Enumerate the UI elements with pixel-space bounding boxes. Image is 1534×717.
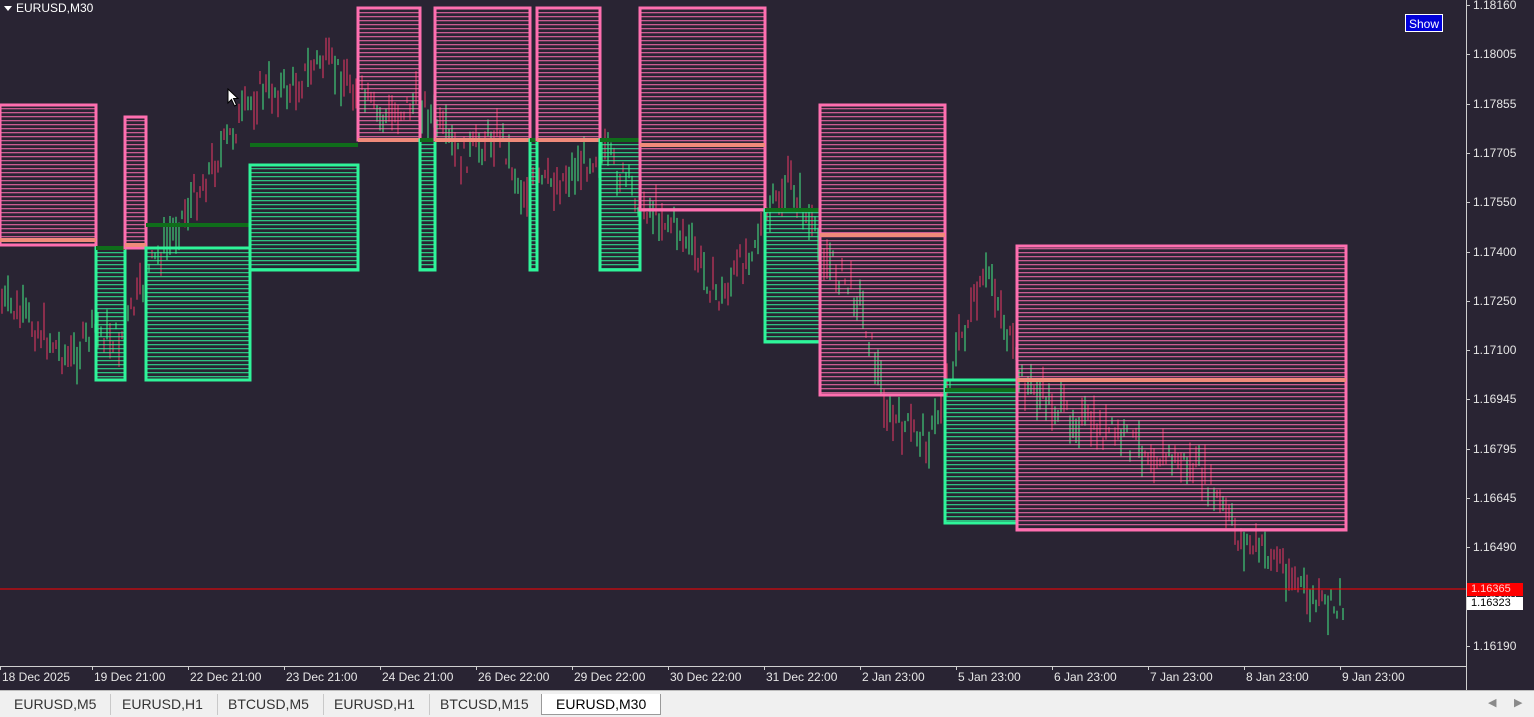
time-tick-label: 6 Jan 23:00 [1052, 666, 1117, 684]
price-tick-label: 1.16945 [1465, 392, 1517, 407]
price-chart-plot[interactable] [0, 0, 1466, 666]
bear-zone-box [123, 115, 148, 250]
triangle-down-icon[interactable] [4, 5, 12, 11]
time-tick-label: 24 Dec 21:00 [379, 666, 454, 684]
price-tick-label: 1.17705 [1465, 145, 1517, 160]
price-tick-label: 1.17400 [1465, 244, 1517, 259]
bull-zone-box [943, 378, 1019, 525]
price-tick-label: 1.16645 [1465, 491, 1517, 505]
time-tick-label: 19 Dec 21:00 [91, 666, 166, 684]
chart-tab-bar: EURUSD,M5 EURUSD,H1 BTCUSD,M5 EURUSD,H1 BTCU… [0, 690, 1534, 717]
price-tick-label: 1.17250 [1465, 293, 1517, 308]
price-tick-label: 1.16190 [1465, 638, 1517, 653]
time-tick-label: 26 Dec 22:00 [475, 666, 550, 684]
chart-tab[interactable]: BTCUSD,M15 [426, 694, 544, 715]
bid-price-badge: 1.16323 [1467, 597, 1523, 610]
chart-symbol-label[interactable]: EURUSD,M30 [4, 1, 93, 15]
time-axis[interactable]: 18 Dec 2025 19 Dec 21:00 22 Dec 21:00 23 De… [0, 666, 1466, 691]
price-tick-label: 1.17100 [1465, 343, 1517, 358]
chart-tab[interactable]: EURUSD,H1 [108, 694, 218, 715]
ask-price-badge: 1.16365 [1467, 583, 1523, 596]
chart-tab[interactable]: EURUSD,M30 [541, 694, 662, 715]
arrow-cursor-icon [227, 88, 240, 107]
show-button[interactable]: Show [1405, 14, 1443, 32]
price-tick-label: 1.18005 [1465, 47, 1517, 62]
chart-tab[interactable]: EURUSD,H1 [320, 694, 430, 715]
bear-zone-box [638, 6, 767, 212]
bull-zone-box [763, 208, 822, 344]
time-tick-label: 29 Dec 22:00 [571, 666, 646, 684]
chart-tab[interactable]: BTCUSD,M5 [214, 694, 324, 715]
time-tick-label: 30 Dec 22:00 [667, 666, 742, 684]
price-tick-label: 1.17855 [1465, 96, 1517, 111]
bull-zone-box [418, 138, 437, 272]
bull-zone-box [248, 163, 360, 272]
time-tick-label: 7 Jan 23:00 [1148, 666, 1213, 684]
price-tick-label: 1.17550 [1465, 195, 1517, 210]
chart-area[interactable]: EURUSD,M30 Show [0, 0, 1466, 666]
time-tick-label: 31 Dec 22:00 [763, 666, 838, 684]
price-tick-label: 1.16490 [1465, 540, 1517, 555]
bear-zone-box [535, 6, 602, 142]
time-tick-label: 2 Jan 23:00 [860, 666, 925, 684]
time-tick-label: 5 Jan 23:00 [956, 666, 1021, 684]
chart-tab[interactable]: EURUSD,M5 [0, 694, 112, 715]
time-tick-label: 23 Dec 21:00 [283, 666, 358, 684]
bull-zone-box [598, 138, 642, 272]
bull-zone-box [144, 246, 252, 382]
time-tick-label: 8 Jan 23:00 [1244, 666, 1309, 684]
price-tick-label: 1.18160 [1465, 0, 1517, 12]
bull-zone-box [94, 246, 127, 382]
bull-zone-box [528, 138, 539, 272]
time-tick-label: 9 Jan 23:00 [1340, 666, 1405, 684]
time-tick-label: 18 Dec 2025 [0, 666, 71, 684]
bear-zone-box [1015, 244, 1348, 532]
time-tick-label: 22 Dec 21:00 [187, 666, 262, 684]
chevron-right-icon[interactable]: ▶ [1514, 696, 1522, 709]
bear-zone-box [433, 6, 532, 142]
price-tick-label: 1.16795 [1465, 441, 1517, 456]
bear-zone-box [0, 103, 98, 247]
chevron-left-icon[interactable]: ◀ [1488, 696, 1496, 709]
bear-zone-box [818, 103, 947, 397]
bear-zone-box [356, 6, 422, 142]
chart-symbol-text: EURUSD,M30 [16, 1, 94, 15]
